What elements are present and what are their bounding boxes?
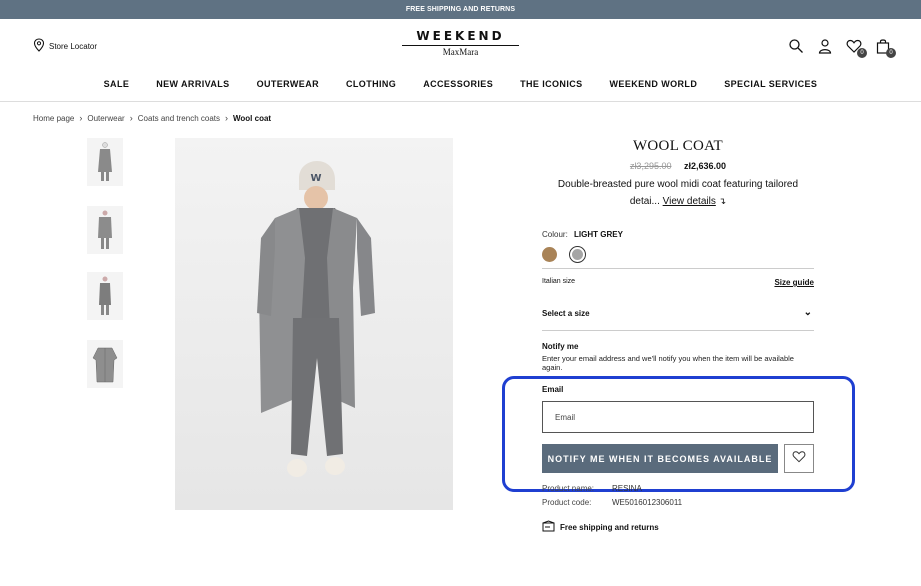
- nav-item-the-iconics[interactable]: THE ICONICS: [520, 79, 582, 89]
- notify-me-text: Enter your email address and we'll notif…: [542, 354, 794, 372]
- store-locator-label: Store Locator: [49, 41, 98, 51]
- logo-maxmara: MaxMara: [442, 47, 479, 57]
- promo-bar: FREE SHIPPING AND RETURNS: [0, 0, 921, 19]
- breadcrumb-current: Wool coat: [233, 113, 272, 123]
- nav-item-new-arrivals[interactable]: NEW ARRIVALS: [156, 79, 229, 89]
- chevron-right-icon: ›: [129, 113, 133, 123]
- shopping-bag-icon[interactable]: 0: [875, 38, 896, 58]
- nav-item-weekend-world[interactable]: WEEKEND WORLD: [610, 79, 698, 89]
- divider: [542, 330, 814, 331]
- view-details-link[interactable]: View details: [663, 196, 716, 207]
- nav-item-sale[interactable]: SALE: [104, 79, 130, 89]
- store-locator-link[interactable]: Store Locator: [33, 38, 97, 54]
- product-thumbnail-1[interactable]: [87, 138, 123, 186]
- notify-me-button[interactable]: NOTIFY ME WHEN IT BECOMES AVAILABLE: [542, 444, 778, 473]
- nav-item-accessories[interactable]: ACCESSORIES: [423, 79, 493, 89]
- colour-swatch-light-grey[interactable]: [569, 246, 586, 263]
- product-name-value: RESINA: [612, 484, 642, 493]
- wishlist-icon[interactable]: 0: [846, 38, 867, 58]
- product-description: Double-breasted pure wool midi coat feat…: [542, 177, 814, 210]
- product-thumbnail-3[interactable]: [87, 272, 123, 320]
- product-info: WOOL COAT zł3,295.00 zł2,636.00 Double-b…: [542, 138, 814, 210]
- product-thumbnail-2[interactable]: [87, 206, 123, 254]
- breadcrumb-outerwear[interactable]: Outerwear: [87, 114, 124, 123]
- header-icons: 0 0: [788, 38, 896, 58]
- svg-text:W: W: [310, 173, 321, 184]
- nav-item-clothing[interactable]: CLOTHING: [346, 79, 396, 89]
- heart-icon: [792, 450, 806, 468]
- product-name-row: Product name: RESINA: [542, 484, 642, 493]
- email-label: Email: [542, 385, 564, 394]
- location-pin-icon: [33, 38, 45, 54]
- product-code-row: Product code: WE5016012306011: [542, 498, 682, 507]
- divider: [542, 268, 814, 269]
- nav-item-special-services[interactable]: SPECIAL SERVICES: [724, 79, 817, 89]
- chevron-right-icon: ›: [79, 113, 83, 123]
- colour-value: LIGHT GREY: [574, 230, 623, 239]
- notify-me-title: Notify me: [542, 342, 579, 351]
- original-price: zł3,295.00: [629, 161, 672, 171]
- product-code-value: WE5016012306011: [612, 498, 683, 507]
- description-line-2: detai...: [629, 196, 660, 207]
- size-select[interactable]: Select a size ⌄: [542, 307, 814, 318]
- shipping-text: Free shipping and returns: [560, 523, 659, 532]
- nav-item-outerwear[interactable]: OUTERWEAR: [257, 79, 319, 89]
- main-navigation: SALE NEW ARRIVALS OUTERWEAR CLOTHING ACC…: [0, 79, 921, 89]
- breadcrumb: Home page › Outerwear › Coats and trench…: [33, 113, 271, 123]
- product-code-label: Product code:: [542, 498, 592, 507]
- search-icon[interactable]: [788, 38, 804, 54]
- product-title: WOOL COAT: [632, 138, 724, 154]
- colour-swatch-brown[interactable]: [542, 247, 557, 262]
- logo-weekend: WEEKEND: [416, 29, 505, 43]
- colour-row: Colour: LIGHT GREY: [542, 230, 623, 239]
- breadcrumb-home[interactable]: Home page: [33, 114, 74, 123]
- product-prices: zł3,295.00 zł2,636.00: [542, 161, 814, 171]
- sale-price: zł2,636.00: [684, 161, 727, 171]
- product-main-image[interactable]: W: [175, 138, 453, 510]
- description-line-1: Double-breasted pure wool midi coat feat…: [557, 179, 799, 190]
- logo-divider: [402, 45, 519, 46]
- product-name-label: Product name:: [542, 484, 595, 493]
- shipping-info: Free shipping and returns: [542, 520, 659, 535]
- email-input[interactable]: [542, 401, 814, 433]
- colour-label: Colour:: [542, 230, 568, 239]
- chevron-down-icon: ⌄: [803, 307, 812, 318]
- breadcrumb-coats[interactable]: Coats and trench coats: [138, 114, 220, 123]
- product-thumbnail-4[interactable]: [87, 340, 123, 388]
- delivery-box-icon: [542, 520, 555, 535]
- nav-divider: [0, 101, 921, 102]
- add-to-wishlist-button[interactable]: [784, 444, 814, 473]
- brand-logo[interactable]: WEEKEND MaxMara: [402, 29, 519, 57]
- size-select-label: Select a size: [542, 309, 590, 318]
- bag-count-badge: 0: [886, 48, 896, 58]
- promo-text: FREE SHIPPING AND RETURNS: [405, 6, 516, 13]
- arrow-down-right-icon[interactable]: ↴: [719, 196, 727, 206]
- chevron-right-icon: ›: [225, 113, 228, 123]
- wishlist-count-badge: 0: [857, 48, 867, 58]
- size-row: Italian size Size guide: [542, 278, 814, 287]
- italian-size-label: Italian size: [542, 278, 576, 285]
- account-icon[interactable]: [817, 38, 833, 54]
- description-line-2-wrap: detai... View details ↴: [542, 193, 814, 210]
- size-guide-link[interactable]: Size guide: [774, 278, 814, 287]
